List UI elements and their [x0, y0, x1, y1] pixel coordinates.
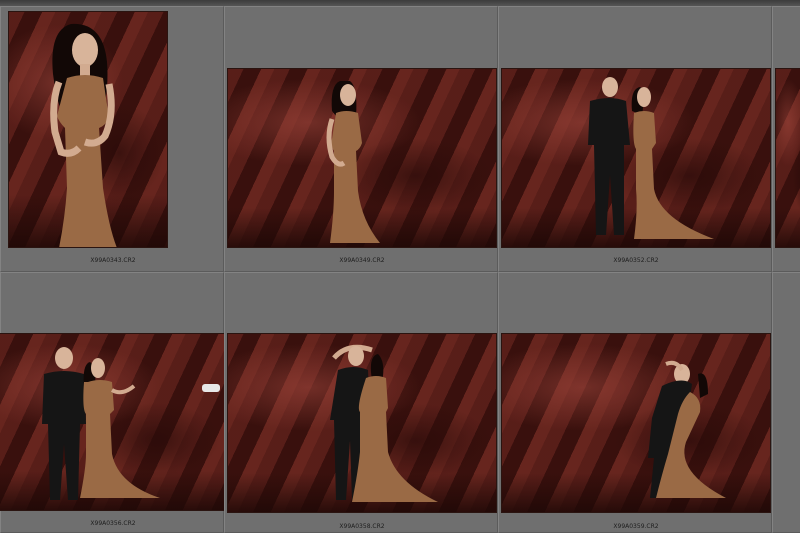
grid-cell[interactable]: X99A0356.CR2: [0, 272, 225, 533]
photo-thumbnail[interactable]: [775, 68, 800, 248]
grid-cell[interactable]: X99A0343.CR2: [0, 6, 224, 272]
grid-cell-partial[interactable]: [772, 6, 800, 272]
grid-cell[interactable]: X99A0358.CR2: [224, 272, 498, 533]
photo-thumbnail[interactable]: [501, 68, 771, 248]
grid-cell[interactable]: X99A0352.CR2: [498, 6, 772, 272]
thumbnail-filename: X99A0343.CR2: [90, 257, 136, 264]
subject-couple-figure: [42, 347, 220, 500]
filmstrip-grid: X99A0343.CR2 X99A0349.CR2 X99A0352.CR2 X…: [0, 6, 800, 533]
thumbnail-filename: X99A0356.CR2: [90, 520, 136, 527]
photo-thumbnail[interactable]: [501, 333, 771, 513]
photo-thumbnail[interactable]: [227, 68, 497, 248]
photo-thumbnail[interactable]: [227, 333, 497, 513]
photo-thumbnail[interactable]: [0, 333, 225, 511]
thumbnail-filename: X99A0352.CR2: [613, 257, 659, 264]
grid-cell[interactable]: X99A0349.CR2: [224, 6, 498, 272]
photo-thumbnail[interactable]: [8, 11, 168, 248]
subject-woman-figure: [326, 81, 380, 243]
subject-couple-figure: [648, 360, 726, 498]
thumbnail-filename: X99A0358.CR2: [339, 523, 385, 530]
subject-couple-figure: [330, 344, 438, 502]
subject-couple-figure: [588, 77, 714, 239]
grid-cell-partial[interactable]: [772, 272, 800, 533]
grid-cell[interactable]: X99A0359.CR2: [498, 272, 772, 533]
subject-woman-figure: [50, 23, 117, 247]
thumbnail-filename: X99A0349.CR2: [339, 257, 385, 264]
thumbnail-filename: X99A0359.CR2: [613, 523, 659, 530]
